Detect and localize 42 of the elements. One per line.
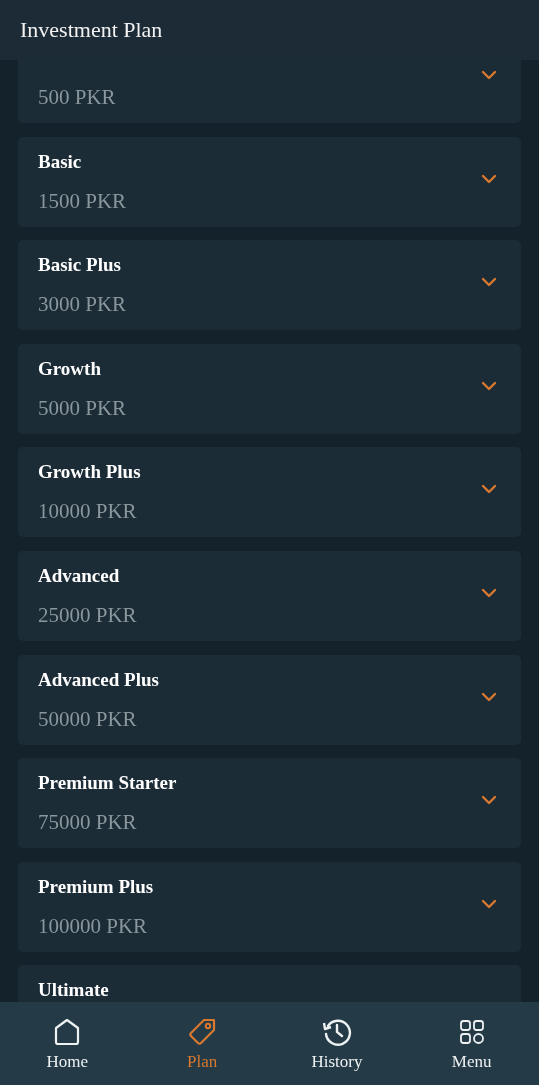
plan-price: 50000 PKR [38, 706, 137, 731]
chevron-down-icon[interactable] [481, 380, 497, 391]
plan-name: Advanced [38, 563, 120, 588]
chevron-down-icon[interactable] [481, 795, 497, 806]
plan-card[interactable]: Basic Plus 3000 PKR [18, 240, 521, 331]
chevron-down-icon[interactable] [481, 277, 497, 288]
chevron-down-icon[interactable] [481, 691, 497, 702]
nav-tab[interactable]: History [269, 1002, 405, 1085]
plan-name: Basic Plus [38, 253, 121, 278]
plan-name: Basic [38, 149, 82, 174]
chevron-down-icon[interactable] [481, 587, 497, 598]
plan-name: Growth [38, 356, 101, 381]
plan-card[interactable]: Ultimate [18, 965, 521, 1002]
chevron-down-icon[interactable] [481, 898, 497, 909]
plan-card[interactable]: 500 PKR [18, 60, 521, 123]
page-title: Investment Plan [20, 17, 163, 43]
plan-card[interactable]: Basic 1500 PKR [18, 136, 521, 227]
plan-price: 500 PKR [38, 85, 116, 109]
nav-tab[interactable]: Home [0, 1002, 135, 1085]
plan-price: 25000 PKR [38, 602, 137, 627]
nav-tab[interactable]: Menu [404, 1002, 539, 1085]
plan-card[interactable]: Premium Plus 100000 PKR [18, 861, 521, 952]
plan-card[interactable]: Growth Plus 10000 PKR [18, 447, 521, 538]
plan-price: 10000 PKR [38, 499, 137, 524]
plan-card[interactable]: Growth 5000 PKR [18, 343, 521, 434]
plan-name: Growth Plus [38, 460, 141, 485]
plan-name: Ultimate [38, 978, 109, 1002]
chevron-down-icon[interactable] [481, 70, 497, 80]
plan-price: 3000 PKR [38, 292, 127, 317]
plan-name: Advanced Plus [38, 667, 159, 692]
nav-tab[interactable]: Plan [134, 1002, 270, 1085]
plan-price: 100000 PKR [38, 913, 148, 938]
plan-price: 1500 PKR [38, 188, 127, 213]
plan-price: 75000 PKR [38, 810, 137, 835]
plan-name: Premium Starter [38, 771, 177, 796]
chevron-down-icon[interactable] [481, 484, 497, 495]
chevron-down-icon[interactable] [481, 173, 497, 184]
plan-name: Premium Plus [38, 874, 154, 899]
plan-card[interactable]: Premium Starter 75000 PKR [18, 758, 521, 849]
plan-price: 5000 PKR [38, 395, 127, 420]
plan-card[interactable]: Advanced 25000 PKR [18, 550, 521, 641]
plan-card[interactable]: Advanced Plus 50000 PKR [18, 654, 521, 745]
